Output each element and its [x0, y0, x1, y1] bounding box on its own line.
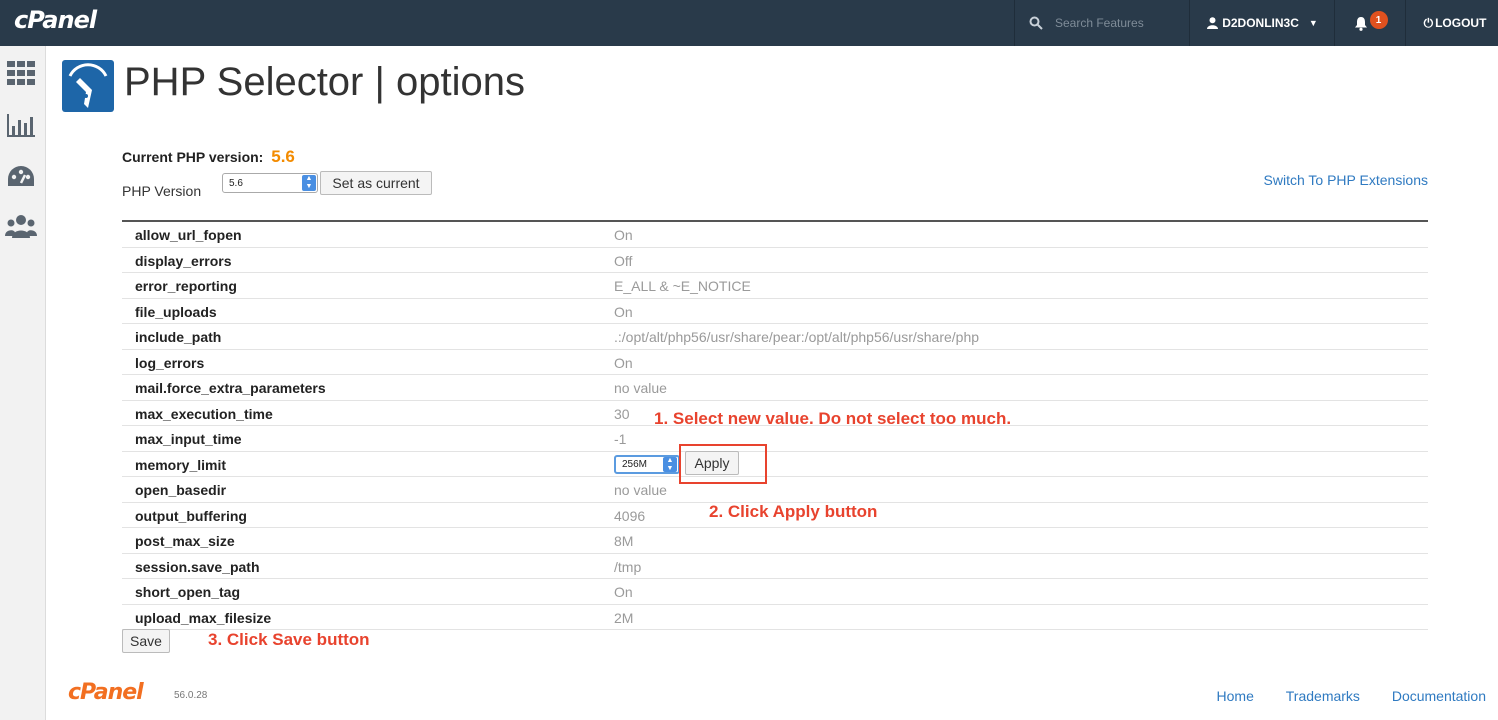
- footer-cpanel-logo: cPanel: [68, 680, 144, 705]
- option-value[interactable]: On: [614, 584, 633, 600]
- option-name: error_reporting: [135, 278, 237, 294]
- annotation-step-1: 1. Select new value. Do not select too m…: [654, 409, 1012, 428]
- table-row: error_reporting E_ALL & ~E_NOTICE: [122, 273, 1428, 299]
- table-row: upload_max_filesize 2M: [122, 605, 1428, 630]
- table-row: post_max_size 8M: [122, 528, 1428, 554]
- select-arrows-icon: ▲ ▼: [302, 175, 316, 191]
- top-bar: cPanel D2DONLIN3C ▼ 1 ⏻ LOGOUT: [0, 0, 1498, 46]
- switch-to-php-extensions-link[interactable]: Switch To PHP Extensions: [1264, 172, 1428, 188]
- cpanel-logo[interactable]: cPanel: [14, 6, 97, 34]
- sidebar: [0, 46, 46, 720]
- memory-limit-selected: 256M: [622, 458, 648, 470]
- footer-version: 56.0.28: [174, 690, 208, 701]
- option-value[interactable]: 8M: [614, 533, 633, 549]
- users-group-icon[interactable]: [4, 212, 38, 242]
- php-version-select[interactable]: 5.6 ▲ ▼: [222, 173, 318, 193]
- table-row: mail.force_extra_parameters no value: [122, 375, 1428, 401]
- memory-limit-select[interactable]: 256M ▲ ▼: [614, 454, 680, 474]
- option-name: display_errors: [135, 252, 232, 269]
- search-icon: [1029, 16, 1043, 30]
- option-name: memory_limit: [135, 456, 227, 473]
- annotation-step-3: 3. Click Save button: [208, 630, 370, 649]
- table-row: file_uploads On: [122, 299, 1428, 324]
- option-value[interactable]: On: [614, 355, 633, 371]
- option-name: max_input_time: [135, 431, 242, 447]
- search-box[interactable]: [1014, 0, 1190, 46]
- current-version-label: Current PHP version:: [122, 149, 264, 165]
- option-value[interactable]: .:/opt/alt/php56/usr/share/pear:/opt/alt…: [614, 329, 979, 345]
- footer-link-home[interactable]: Home: [1217, 688, 1254, 704]
- option-name: post_max_size: [135, 533, 235, 549]
- option-value[interactable]: /tmp: [614, 559, 641, 575]
- option-name: mail.force_extra_parameters: [135, 380, 326, 396]
- annotation-step-2: 2. Click Apply button: [709, 502, 878, 521]
- php-selector-logo-icon: [62, 60, 114, 112]
- table-row: include_path .:/opt/alt/php56/usr/share/p…: [122, 324, 1428, 350]
- table-row: max_input_time -1: [122, 426, 1428, 452]
- option-name: short_open_tag: [135, 584, 241, 600]
- option-name: include_path: [135, 329, 222, 345]
- table-row: open_basedir no value: [122, 477, 1428, 503]
- chevron-down-icon: ▼: [1308, 18, 1318, 28]
- option-value[interactable]: On: [614, 304, 633, 320]
- option-value[interactable]: 4096: [614, 508, 645, 524]
- option-value[interactable]: Off: [614, 253, 632, 269]
- option-value[interactable]: E_ALL & ~E_NOTICE: [614, 278, 751, 294]
- option-name: max_execution_time: [135, 405, 273, 422]
- option-name: log_errors: [135, 354, 205, 371]
- php-version-selected: 5.6: [229, 177, 243, 189]
- search-input[interactable]: [1055, 16, 1185, 30]
- option-value[interactable]: no value: [614, 482, 667, 498]
- logout-label: LOGOUT: [1435, 16, 1487, 30]
- table-row: memory_limit 256M ▲ ▼: [122, 452, 1428, 477]
- set-as-current-button[interactable]: Set as current: [320, 171, 432, 195]
- footer-link-trademarks[interactable]: Trademarks: [1286, 688, 1360, 704]
- current-version-value: 5.6: [271, 147, 295, 166]
- page-title: PHP Selector | options: [124, 60, 525, 104]
- save-button[interactable]: Save: [122, 629, 170, 653]
- footer-links: Home Trademarks Documentation: [1189, 688, 1486, 704]
- user-menu[interactable]: D2DONLIN3C ▼: [1191, 0, 1335, 46]
- option-value[interactable]: 2M: [614, 610, 633, 626]
- current-php-version: Current PHP version: 5.6: [122, 147, 295, 167]
- option-value[interactable]: On: [614, 227, 633, 243]
- apply-button[interactable]: Apply: [685, 451, 739, 475]
- option-name: upload_max_filesize: [135, 609, 272, 626]
- option-name: output_buffering: [135, 507, 247, 524]
- logout-icon: ⏻: [1423, 15, 1434, 30]
- option-value[interactable]: 30: [614, 406, 630, 422]
- notifications-button[interactable]: 1: [1336, 0, 1406, 46]
- table-row: display_errors Off: [122, 248, 1428, 273]
- footer-link-documentation[interactable]: Documentation: [1392, 688, 1486, 704]
- table-row: session.save_path/tmp: [122, 554, 1428, 579]
- user-icon: [1207, 17, 1219, 29]
- option-value[interactable]: no value: [614, 380, 667, 396]
- stats-chart-icon[interactable]: [4, 110, 38, 140]
- table-row: allow_url_fopen On: [122, 222, 1428, 248]
- select-arrows-icon: ▲ ▼: [663, 456, 677, 472]
- option-name: file_uploads: [135, 303, 217, 320]
- option-name: open_basedir: [135, 482, 227, 498]
- option-name: allow_url_fopen: [135, 227, 242, 243]
- table-row: log_errors On: [122, 350, 1428, 375]
- notification-badge: 1: [1369, 11, 1388, 29]
- php-version-label: PHP Version: [122, 183, 202, 199]
- table-row: short_open_tag On: [122, 579, 1428, 605]
- logout-button[interactable]: ⏻ LOGOUT: [1412, 0, 1498, 46]
- dashboard-gauge-icon[interactable]: [4, 162, 38, 192]
- option-name: session.save_path: [135, 558, 260, 575]
- username: D2DONLIN3C: [1222, 16, 1299, 30]
- option-value[interactable]: -1: [614, 431, 626, 447]
- bell-icon: [1354, 16, 1367, 31]
- grid-apps-icon[interactable]: [4, 58, 38, 88]
